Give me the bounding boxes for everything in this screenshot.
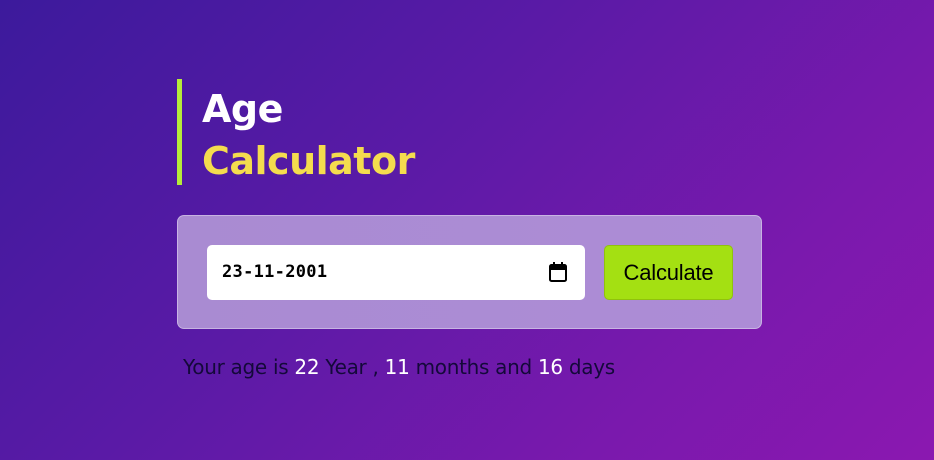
app-title-block: Age Calculator xyxy=(177,79,437,185)
result-years-label: Year , xyxy=(325,355,379,379)
calendar-icon[interactable] xyxy=(549,262,567,282)
age-result: Your age is 22 Year , 11 months and 16 d… xyxy=(183,352,615,382)
result-prefix: Your age is xyxy=(183,355,289,379)
result-days: 16 xyxy=(537,355,563,379)
result-months: 11 xyxy=(384,355,410,379)
calculator-card: 23-11-2001 Calculate xyxy=(177,215,762,329)
app-title-line-1: Age xyxy=(202,87,283,131)
result-years: 22 xyxy=(294,355,320,379)
birthdate-input[interactable]: 23-11-2001 xyxy=(207,245,585,300)
app-title-line-2: Calculator xyxy=(202,139,415,183)
birthdate-value[interactable]: 23-11-2001 xyxy=(222,260,327,284)
calculate-button[interactable]: Calculate xyxy=(604,245,733,300)
result-days-label: days xyxy=(568,355,615,379)
result-months-label: months and xyxy=(415,355,533,379)
